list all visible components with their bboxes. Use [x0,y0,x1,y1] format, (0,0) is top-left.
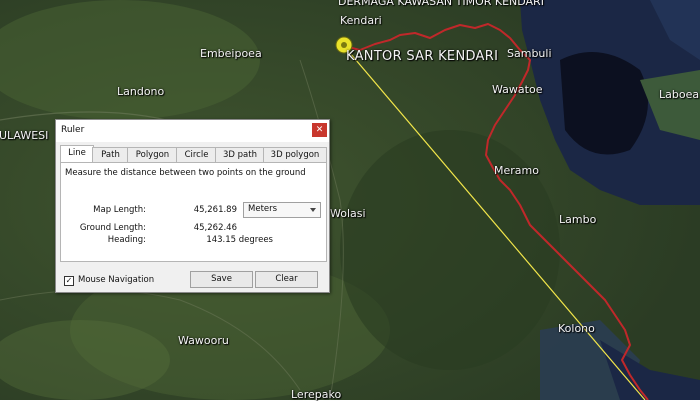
ruler-panel: Measure the distance between two points … [60,162,327,262]
close-icon[interactable]: ✕ [312,123,327,137]
tab-circle[interactable]: Circle [176,147,217,162]
ruler-dialog: Ruler ✕ Line Path Polygon Circle 3D path… [55,119,330,293]
map-label-lambo: Lambo [559,213,597,226]
map-length-value: 45,261.89 [193,205,237,215]
tab-3d-polygon[interactable]: 3D polygon [263,147,327,162]
ruler-title: Ruler [61,125,85,135]
clear-button[interactable]: Clear [255,271,318,288]
map-label-dermaga: DERMAGA KAWASAN TIMOR KENDARI [338,0,544,8]
map-label-kolono: Kolono [558,322,595,335]
map-label-meramo: Meramo [494,164,539,177]
unit-select[interactable]: Meters [243,202,321,218]
tab-path[interactable]: Path [92,147,129,162]
save-button[interactable]: Save [190,271,253,288]
tab-line[interactable]: Line [60,145,94,163]
ruler-description: Measure the distance between two points … [65,168,306,178]
map-label-laboea: Laboea [659,88,700,101]
map-label-sulawesi: ULAWESI [0,129,49,142]
ruler-titlebar[interactable]: Ruler ✕ [56,120,329,142]
map-label-embeipoea: Embeipoea [200,47,262,60]
tab-polygon[interactable]: Polygon [127,147,178,162]
map-label-wawooru: Wawooru [178,334,229,347]
heading-value: 143.15 degrees [206,235,273,245]
mouse-navigation-label: Mouse Navigation [78,275,155,285]
map-length-label: Map Length: [93,205,146,215]
map-label-lerepako: Lerepako [291,388,342,401]
map-label-kendari: Kendari [340,14,382,27]
map-label-wolasi: Wolasi [330,207,366,220]
mouse-navigation-checkbox[interactable]: ✓ [64,276,74,286]
map-label-landono: Landono [117,85,165,98]
map-label-wawatoe: Wawatoe [492,83,543,96]
map-label-kantor-sar: KANTOR SAR KENDARI [346,49,499,64]
ground-length-label: Ground Length: [79,223,146,233]
heading-label: Heading: [107,235,146,245]
ground-length-value: 45,262.46 [193,223,237,233]
unit-select-value: Meters [248,204,278,214]
map-label-sambuli: Sambuli [507,47,552,60]
tab-3d-path[interactable]: 3D path [215,147,265,162]
chevron-down-icon [310,208,316,212]
